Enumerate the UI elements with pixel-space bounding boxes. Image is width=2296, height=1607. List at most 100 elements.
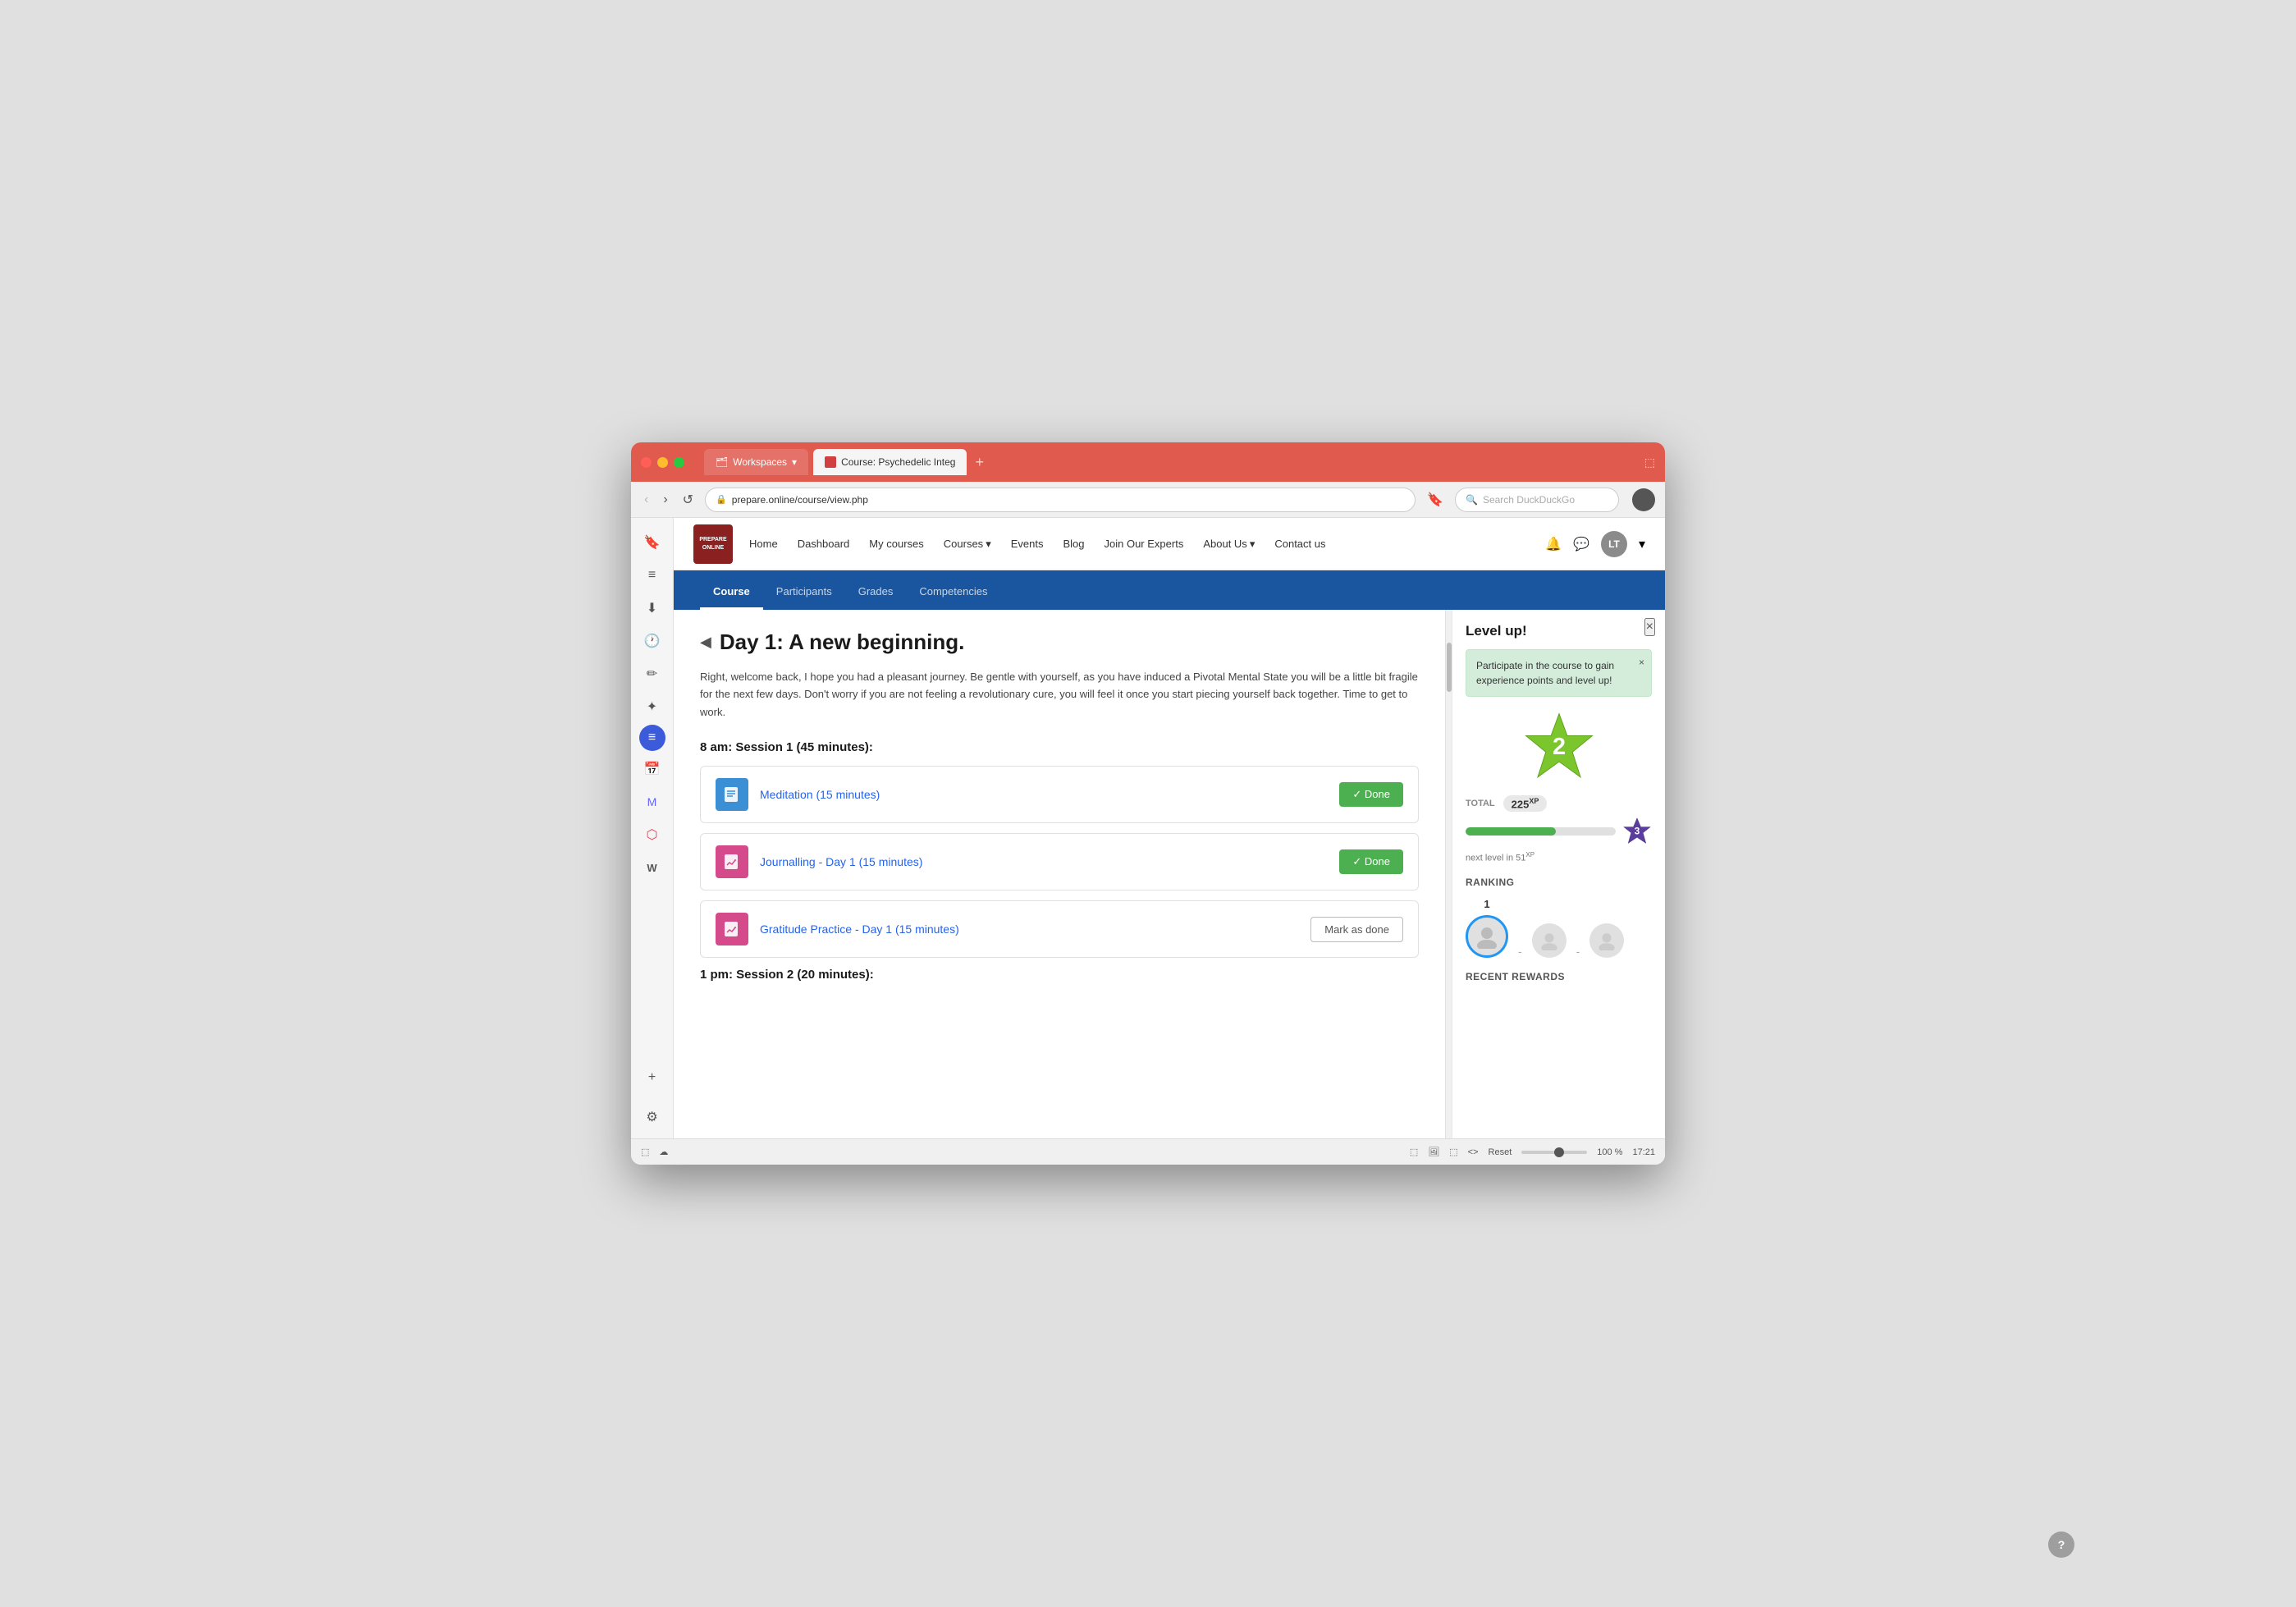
site-nav: Home Dashboard My courses Courses ▾ Even…: [749, 538, 1545, 551]
nav-dashboard[interactable]: Dashboard: [798, 538, 850, 550]
tab-participants[interactable]: Participants: [763, 577, 845, 610]
status-code-icon[interactable]: <>: [1468, 1147, 1479, 1157]
sidebar-pocket-icon[interactable]: ⬡: [638, 820, 667, 849]
active-tab[interactable]: Course: Psychedelic Integ: [813, 449, 967, 475]
nav-contact-us[interactable]: Contact us: [1274, 538, 1325, 550]
nav-home[interactable]: Home: [749, 538, 778, 550]
rank-item-2: [1532, 923, 1566, 958]
activity-link-gratitude[interactable]: Gratitude Practice - Day 1 (15 minutes): [760, 923, 959, 936]
sidebar-add-icon[interactable]: +: [638, 1063, 667, 1092]
search-icon: 🔍: [1466, 494, 1478, 506]
maximize-traffic-light[interactable]: [674, 457, 684, 468]
workspaces-icon: 🗂: [716, 456, 728, 468]
zoom-level: 100 %: [1597, 1147, 1622, 1157]
done-button-journalling[interactable]: ✓ Done: [1339, 849, 1403, 874]
nav-blog[interactable]: Blog: [1063, 538, 1084, 550]
content-area: ◀ Day 1: A new beginning. Right, welcome…: [674, 610, 1665, 1138]
activity-item: Gratitude Practice - Day 1 (15 minutes) …: [700, 900, 1419, 958]
day-title: Day 1: A new beginning.: [720, 630, 965, 655]
forward-button[interactable]: ›: [660, 489, 670, 510]
nav-about-us[interactable]: About Us ▾: [1203, 538, 1255, 551]
nav-events[interactable]: Events: [1011, 538, 1044, 550]
sidebar-settings-icon[interactable]: ⚙: [638, 1102, 667, 1132]
sidebar-edit-icon[interactable]: ✏: [638, 659, 667, 689]
session2-title: 1 pm: Session 2 (20 minutes):: [700, 968, 1419, 982]
tab-grades[interactable]: Grades: [845, 577, 907, 610]
session1-title: 8 am: Session 1 (45 minutes):: [700, 740, 1419, 754]
next-level-star-icon: 3: [1622, 817, 1652, 846]
activity-icon-gratitude: [716, 913, 748, 945]
tab-competencies[interactable]: Competencies: [906, 577, 1000, 610]
status-window-icon[interactable]: ⬚: [1449, 1147, 1457, 1157]
rank-3-dash: -: [1576, 945, 1580, 958]
search-bar[interactable]: 🔍 Search DuckDuckGo: [1455, 488, 1619, 512]
url-bar[interactable]: 🔒 prepare.online/course/view.php: [705, 488, 1416, 512]
sidebar-download-icon[interactable]: ⬇: [638, 593, 667, 623]
window-maximize-icon[interactable]: ⬚: [1644, 456, 1655, 469]
nav-courses[interactable]: Courses ▾: [944, 538, 991, 551]
back-button[interactable]: ‹: [641, 489, 652, 510]
activity-item: Meditation (15 minutes) ✓ Done: [700, 766, 1419, 823]
course-content: ◀ Day 1: A new beginning. Right, welcome…: [674, 610, 1445, 1138]
minimize-traffic-light[interactable]: [657, 457, 668, 468]
activity-link-journalling[interactable]: Journalling - Day 1 (15 minutes): [760, 855, 922, 868]
refresh-button[interactable]: ↺: [679, 488, 697, 511]
status-layout-icon[interactable]: ⬚: [641, 1147, 649, 1157]
user-dropdown-icon[interactable]: ▾: [1639, 536, 1645, 552]
activity-item: Journalling - Day 1 (15 minutes) ✓ Done: [700, 833, 1419, 890]
profile-avatar[interactable]: [1632, 488, 1655, 511]
sidebar-wiki-icon[interactable]: W: [638, 853, 667, 882]
browser-sidebar: 🔖 ≡ ⬇ 🕐 ✏ ✦ ≡ 📅 M ⬡ W + ⚙: [631, 518, 674, 1138]
status-reset-label[interactable]: Reset: [1489, 1147, 1512, 1157]
zoom-slider[interactable]: [1521, 1151, 1587, 1154]
url-text: prepare.online/course/view.php: [732, 494, 868, 506]
level-sidebar-close-button[interactable]: ×: [1644, 618, 1655, 636]
notification-icon[interactable]: 🔔: [1545, 536, 1562, 552]
tab-course[interactable]: Course: [700, 577, 763, 610]
level-message-close-button[interactable]: ×: [1639, 655, 1644, 670]
sidebar-notes-icon[interactable]: ≡: [639, 725, 665, 751]
courses-chevron-icon: ▾: [986, 538, 991, 551]
new-tab-button[interactable]: +: [975, 454, 984, 471]
activity-link-meditation[interactable]: Meditation (15 minutes): [760, 788, 880, 801]
message-icon[interactable]: 💬: [1573, 536, 1589, 552]
status-image-icon[interactable]: 🖼: [1428, 1147, 1439, 1157]
lock-icon: 🔒: [716, 494, 727, 505]
sidebar-draw-icon[interactable]: ✦: [638, 692, 667, 721]
collapse-icon[interactable]: ◀: [700, 634, 711, 651]
tab-label: Course: Psychedelic Integ: [841, 456, 955, 468]
site-logo: PREPAREONLINE: [693, 524, 733, 564]
title-bar: 🗂 Workspaces ▾ Course: Psychedelic Integ…: [631, 442, 1665, 482]
rank-1-number: 1: [1484, 898, 1489, 910]
done-button-meditation[interactable]: ✓ Done: [1339, 782, 1403, 807]
total-label: TOTAL: [1466, 799, 1495, 808]
svg-text:2: 2: [1552, 734, 1565, 760]
workspaces-chevron: ▾: [792, 456, 797, 468]
rank-avatar-1: [1466, 915, 1508, 958]
activity-icon-meditation: [716, 778, 748, 811]
user-avatar[interactable]: LT: [1601, 531, 1627, 557]
sidebar-bookmarks-icon[interactable]: 🔖: [638, 528, 667, 557]
sidebar-mastodon-icon[interactable]: M: [638, 787, 667, 817]
browser-main: 🔖 ≡ ⬇ 🕐 ✏ ✦ ≡ 📅 M ⬡ W + ⚙ PREPAREONLINE …: [631, 518, 1665, 1138]
ranking-row: 1 -: [1466, 898, 1652, 958]
sidebar-calendar-icon[interactable]: 📅: [638, 754, 667, 784]
scroll-indicator[interactable]: [1445, 610, 1452, 1138]
status-cloud-icon[interactable]: ☁: [659, 1147, 668, 1157]
nav-my-courses[interactable]: My courses: [869, 538, 923, 550]
mark-done-button-gratitude[interactable]: Mark as done: [1310, 917, 1403, 942]
site-header: PREPAREONLINE Home Dashboard My courses …: [674, 518, 1665, 570]
level-star-icon: 2: [1522, 710, 1596, 784]
rank-2-dash: -: [1518, 945, 1522, 958]
status-left: ⬚ ☁: [641, 1147, 668, 1157]
workspaces-label: Workspaces: [733, 456, 787, 468]
workspaces-tab[interactable]: 🗂 Workspaces ▾: [704, 449, 808, 475]
status-screenshot-icon[interactable]: ⬚: [1410, 1147, 1418, 1157]
search-placeholder: Search DuckDuckGo: [1483, 494, 1575, 506]
sidebar-reader-icon[interactable]: ≡: [638, 561, 667, 590]
nav-join-experts[interactable]: Join Our Experts: [1105, 538, 1184, 550]
bookmark-button[interactable]: 🔖: [1424, 488, 1447, 511]
sidebar-history-icon[interactable]: 🕐: [638, 626, 667, 656]
close-traffic-light[interactable]: [641, 457, 652, 468]
xp-section: TOTAL 225XP: [1466, 795, 1652, 812]
